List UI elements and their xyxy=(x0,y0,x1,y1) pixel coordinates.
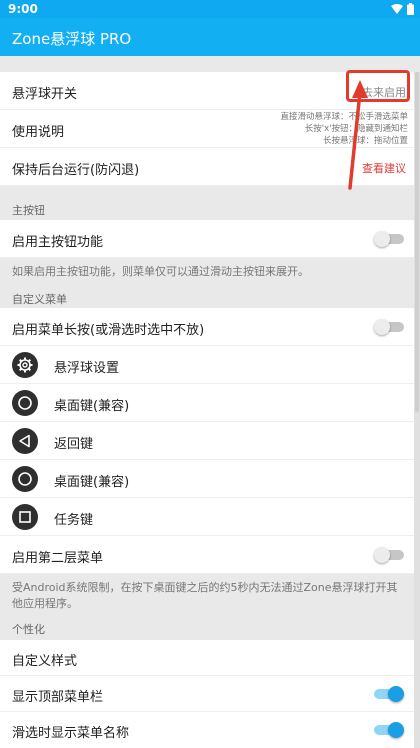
app-bar: Zone悬浮球 PRO xyxy=(0,18,420,56)
app-title: Zone悬浮球 PRO xyxy=(12,30,132,48)
menu-item[interactable]: 桌面键(兼容) xyxy=(0,460,414,498)
menu-item[interactable]: 桌面键(兼容) xyxy=(0,384,414,422)
custom-style-row[interactable]: 自定义样式 xyxy=(0,640,414,676)
square-icon xyxy=(12,504,38,530)
menu-item-label: 任务键 xyxy=(54,513,94,528)
menu-long-press-toggle[interactable] xyxy=(374,319,404,335)
menu-long-press-row[interactable]: 启用菜单长按(或滑选时选中不放) xyxy=(0,308,414,346)
enable-main-button-toggle[interactable] xyxy=(374,231,404,247)
show-menu-name-toggle[interactable] xyxy=(374,722,404,738)
section-title: 个性化 xyxy=(12,623,45,636)
toggle-knob xyxy=(374,319,390,335)
section-title: 主按钮 xyxy=(12,204,45,217)
main-button-note: 如果启用主按钮功能，则菜单仅可以通过滑动主按钮来展开。 xyxy=(0,258,414,282)
menu-long-press-label: 启用菜单长按(或滑选时选中不放) xyxy=(12,323,205,338)
menu-item[interactable]: 任务键 xyxy=(0,498,414,536)
menu-item[interactable]: 悬浮球设置 xyxy=(0,346,414,384)
show-menu-name-row[interactable]: 滑选时显示菜单名称 xyxy=(0,712,414,748)
gear-icon xyxy=(12,352,38,378)
status-bar: 9:00 xyxy=(0,0,420,18)
second-layer-menu-toggle[interactable] xyxy=(374,547,404,563)
custom-style-label: 自定义样式 xyxy=(12,654,78,669)
menu-item-label: 桌面键(兼容) xyxy=(54,399,130,414)
menu-item[interactable]: 返回键 xyxy=(0,422,414,460)
toggle-knob xyxy=(374,231,390,247)
menu-item-label: 桌面键(兼容) xyxy=(54,475,130,490)
enable-main-button-row[interactable]: 启用主按钮功能 xyxy=(0,220,414,258)
instructions-label: 使用说明 xyxy=(12,125,65,140)
back-triangle-icon xyxy=(12,428,38,454)
float-switch-label: 悬浮球开关 xyxy=(12,87,78,102)
show-top-menu-label: 显示顶部菜单栏 xyxy=(12,690,104,705)
enable-main-button-label: 启用主按钮功能 xyxy=(12,235,104,250)
status-icons xyxy=(391,3,414,15)
show-top-menu-toggle[interactable] xyxy=(374,686,404,702)
second-layer-menu-label: 启用第二层菜单 xyxy=(12,551,104,566)
show-top-menu-row[interactable]: 显示顶部菜单栏 xyxy=(0,676,414,712)
toggle-knob xyxy=(388,722,404,738)
toggle-knob xyxy=(388,686,404,702)
annotation-arrow-icon xyxy=(348,80,368,190)
scrollbar[interactable] xyxy=(414,72,420,748)
section-personalize: 个性化 xyxy=(0,614,414,640)
circle-icon xyxy=(12,390,38,416)
second-layer-menu-row[interactable]: 启用第二层菜单 xyxy=(0,536,414,574)
menu-item-label: 悬浮球设置 xyxy=(54,361,120,376)
scrollbar-thumb[interactable] xyxy=(415,72,419,412)
toggle-knob xyxy=(374,547,390,563)
section-title: 自定义菜单 xyxy=(12,293,67,306)
status-time: 9:00 xyxy=(8,2,38,16)
wifi-icon xyxy=(391,4,403,14)
section-custom-menu: 自定义菜单 xyxy=(0,282,414,308)
keep-alive-label: 保持后台运行(防闪退) xyxy=(12,163,140,178)
menu-item-label: 返回键 xyxy=(54,437,94,452)
battery-icon xyxy=(407,3,414,15)
circle-icon xyxy=(12,466,38,492)
custom-menu-note: 受Android系统限制，在按下桌面键之后的约5秒内无法通过Zone悬浮球打开其… xyxy=(0,574,414,614)
show-menu-name-label: 滑选时显示菜单名称 xyxy=(12,726,130,741)
